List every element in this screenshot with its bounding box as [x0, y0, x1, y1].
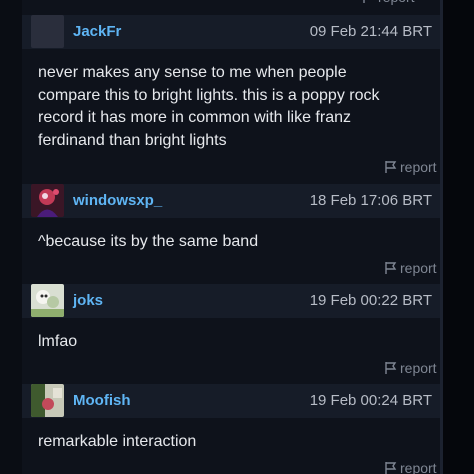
comment-timestamp: 19 Feb 00:24 BRT: [309, 392, 432, 409]
flag-icon: [385, 362, 397, 374]
comment-line: remarkable interaction: [38, 433, 197, 450]
avatar[interactable]: [31, 384, 64, 417]
report-label: report: [400, 360, 437, 376]
avatar[interactable]: [31, 184, 64, 217]
report-link[interactable]: report: [362, 0, 415, 5]
comment-body: never makes any sense to me when people …: [38, 62, 436, 152]
flag-icon: [363, 0, 365, 3]
comment-body: ^because its by the same band: [38, 231, 436, 254]
comment: JackFr 09 Feb 21:44 BRT never makes any …: [22, 15, 440, 175]
comment-line: never makes any sense to me when people: [38, 64, 347, 81]
comments-page: report JackFr 09 Feb 21:44 BRT never mak…: [0, 0, 474, 474]
comment-line: lmfao: [38, 333, 78, 350]
comment: windowsxp_ 18 Feb 17:06 BRT ^because its…: [22, 184, 440, 276]
comment-body: lmfao: [38, 331, 436, 354]
username-link[interactable]: windowsxp_: [73, 192, 162, 209]
report-link[interactable]: report: [384, 260, 437, 276]
comment-header: Moofish 19 Feb 00:24 BRT: [22, 384, 440, 418]
comment-timestamp: 18 Feb 17:06 BRT: [309, 192, 432, 209]
page-margin: [443, 0, 474, 474]
comment-line: record it has more in common with like f…: [38, 109, 351, 127]
username-link[interactable]: joks: [73, 292, 103, 309]
comment-timestamp: 19 Feb 00:22 BRT: [309, 292, 432, 309]
comment-header: JackFr 09 Feb 21:44 BRT: [22, 15, 440, 49]
report-link[interactable]: report: [384, 159, 437, 175]
username-link[interactable]: Moofish: [73, 392, 131, 409]
comment-header: windowsxp_ 18 Feb 17:06 BRT: [22, 184, 440, 218]
comment-timestamp: 09 Feb 21:44 BRT: [309, 23, 432, 40]
avatar[interactable]: [31, 15, 64, 48]
report-label: report: [400, 159, 437, 175]
comment: joks 19 Feb 00:22 BRT lmfao report: [22, 284, 440, 376]
comment: Moofish 19 Feb 00:24 BRT remarkable inte…: [22, 384, 440, 474]
report-link[interactable]: report: [384, 460, 437, 474]
flag-icon: [385, 262, 397, 274]
avatar[interactable]: [31, 284, 64, 317]
comment-line: ferdinand than bright lights: [38, 131, 227, 149]
comment-header: joks 19 Feb 00:22 BRT: [22, 284, 440, 318]
flag-icon: [385, 462, 397, 474]
comment-body: remarkable interaction: [38, 431, 436, 454]
flag-icon: [385, 161, 397, 173]
report-label: report: [400, 460, 437, 474]
username-link[interactable]: JackFr: [73, 23, 121, 40]
report-label: report: [378, 0, 415, 5]
report-link[interactable]: report: [384, 360, 437, 376]
comment-line: compare this to bright lights. this is a…: [38, 86, 380, 104]
report-label: report: [400, 260, 437, 276]
comment-line: ^because its by the same band: [38, 233, 259, 250]
